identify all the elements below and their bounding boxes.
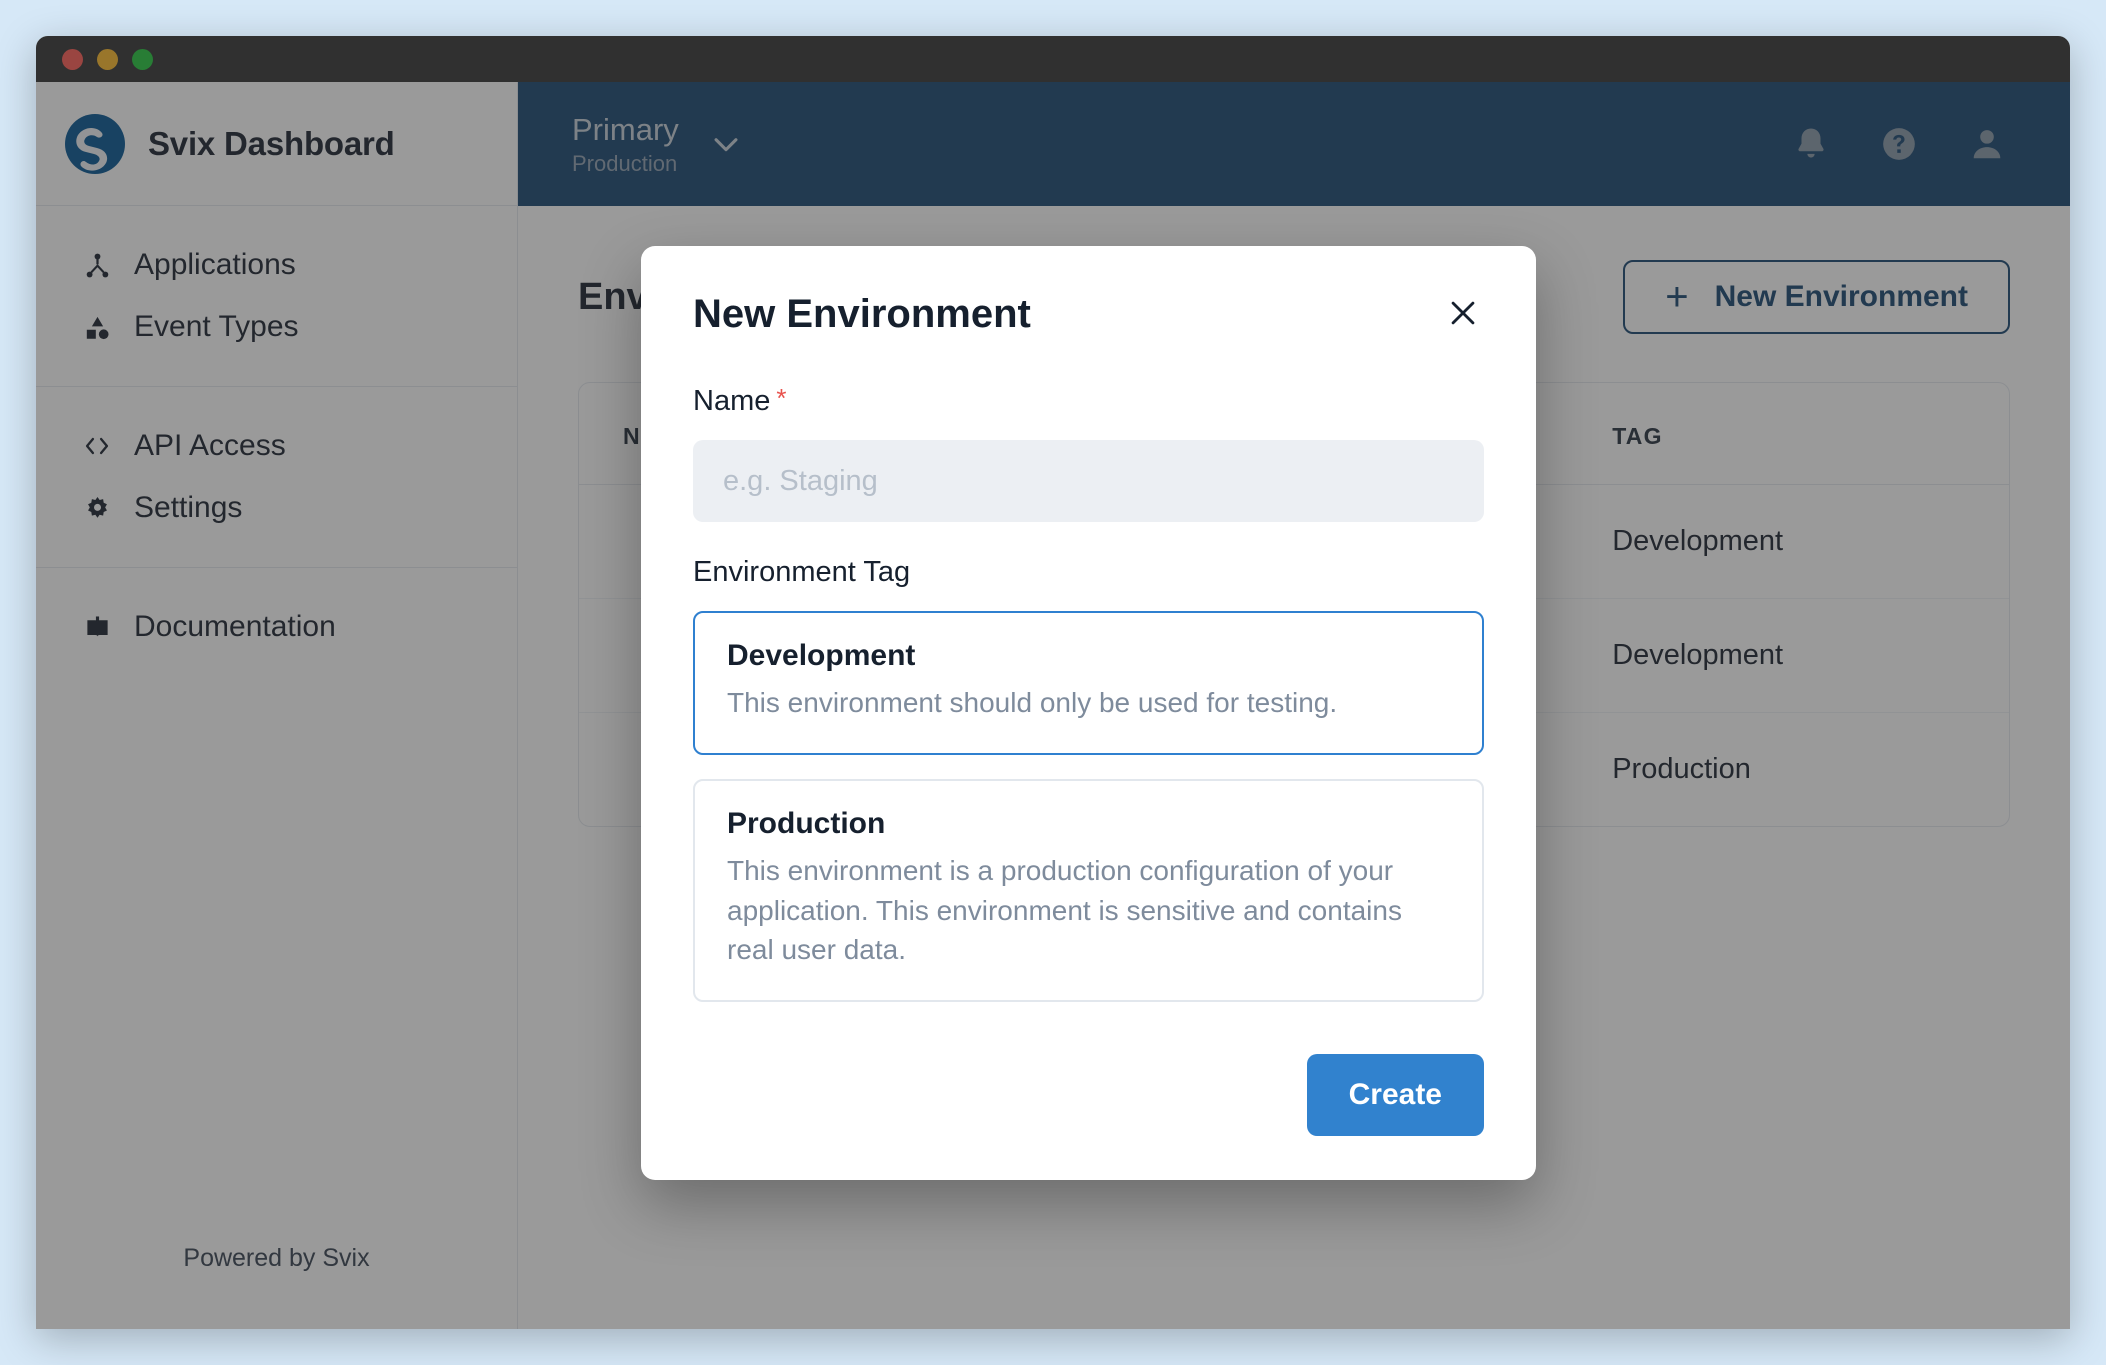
tag-option-title: Production [727, 807, 1450, 841]
modal-actions: Create [693, 1054, 1484, 1136]
name-field-label: Name * [693, 385, 1484, 418]
create-button[interactable]: Create [1307, 1054, 1484, 1136]
app-window: Svix Dashboard Applications [36, 36, 2070, 1329]
name-input[interactable] [693, 440, 1484, 522]
tag-option-description: This environment should only be used for… [727, 683, 1450, 723]
modal-header: New Environment [693, 292, 1484, 337]
tag-option-development[interactable]: Development This environment should only… [693, 611, 1484, 755]
environment-tag-label: Environment Tag [693, 556, 1484, 589]
tag-option-production[interactable]: Production This environment is a product… [693, 779, 1484, 1002]
required-asterisk: * [776, 385, 786, 411]
modal-title: New Environment [693, 292, 1031, 337]
tag-option-title: Development [727, 639, 1450, 673]
close-icon[interactable] [1442, 292, 1484, 334]
name-label-text: Name [693, 385, 770, 418]
new-environment-modal: New Environment Name * Environment Tag D… [641, 246, 1536, 1180]
tag-option-description: This environment is a production configu… [727, 851, 1450, 970]
